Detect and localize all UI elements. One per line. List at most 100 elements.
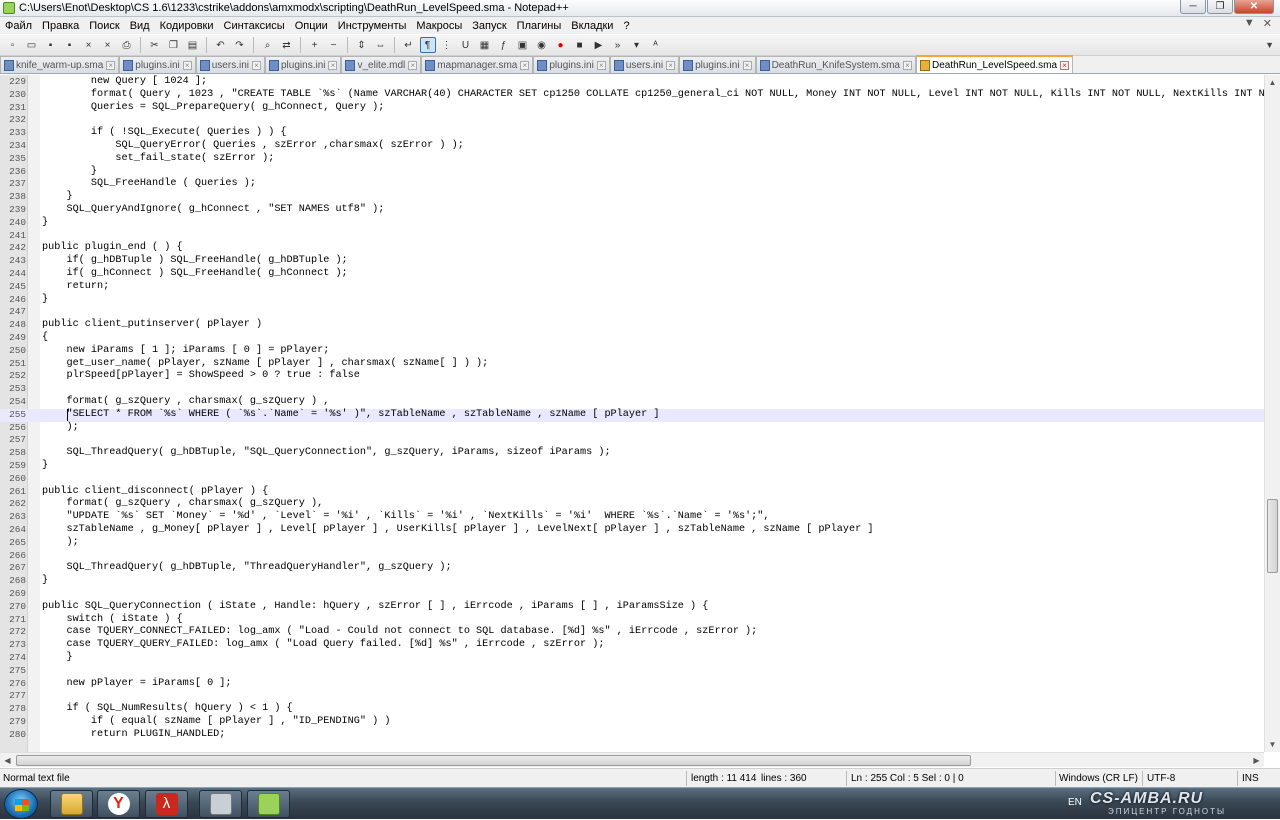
code-line[interactable]: 274 }: [0, 652, 1264, 665]
zoom-out-icon[interactable]: −: [326, 37, 342, 53]
sync-v-icon[interactable]: ⇕: [354, 37, 370, 53]
stop-record-icon[interactable]: ■: [572, 37, 588, 53]
user-lang-icon[interactable]: U: [458, 37, 474, 53]
code-line[interactable]: 256 );: [0, 422, 1264, 435]
open-file-icon[interactable]: ▭: [24, 37, 40, 53]
menu-item-4[interactable]: Кодировки: [155, 20, 219, 32]
menu-item-6[interactable]: Опции: [290, 20, 333, 32]
language-indicator[interactable]: EN: [1068, 797, 1082, 808]
code-line[interactable]: 266: [0, 550, 1264, 563]
code-line[interactable]: 235 set_fail_state( szError );: [0, 153, 1264, 166]
notepadpp-app-icon[interactable]: [3, 2, 15, 14]
status-eol[interactable]: Windows (CR LF): [1059, 773, 1138, 784]
sync-h-icon[interactable]: ⇔: [373, 37, 389, 53]
code-line[interactable]: 258 SQL_ThreadQuery( g_hDBTuple, "SQL_Qu…: [0, 447, 1264, 460]
code-line[interactable]: 271 switch ( iState ) {: [0, 614, 1264, 627]
menu-item-0[interactable]: Файл: [0, 20, 37, 32]
code-line[interactable]: 234 SQL_QueryError( Queries , szError ,c…: [0, 140, 1264, 153]
code-line[interactable]: 238 }: [0, 191, 1264, 204]
code-line[interactable]: 230 format( Query , 1023 , "CREATE TABLE…: [0, 89, 1264, 102]
tab-close-icon[interactable]: ×: [328, 60, 338, 70]
scroll-up-icon[interactable]: ▲: [1265, 75, 1280, 90]
code-line[interactable]: 246}: [0, 294, 1264, 307]
taskbar-yandex-browser[interactable]: Y: [97, 790, 140, 818]
code-line[interactable]: 278 if ( SQL_NumResults( hQuery ) < 1 ) …: [0, 703, 1264, 716]
status-encoding[interactable]: UTF-8: [1147, 773, 1175, 784]
menu-item-1[interactable]: Правка: [37, 20, 84, 32]
code-line[interactable]: 257: [0, 434, 1264, 447]
code-line[interactable]: 276 new pPlayer = iParams[ 0 ];: [0, 678, 1264, 691]
code-line[interactable]: 242 public plugin_end ( ) {: [0, 242, 1264, 255]
code-line[interactable]: 232: [0, 114, 1264, 127]
code-line[interactable]: 243 if( g_hDBTuple ) SQL_FreeHandle( g_h…: [0, 255, 1264, 268]
code-line[interactable]: 236 }: [0, 166, 1264, 179]
code-line[interactable]: 250 new iParams [ 1 ]; iParams [ 0 ] = p…: [0, 345, 1264, 358]
tab-9[interactable]: DeathRun_KnifeSystem.sma ×: [755, 56, 916, 73]
close-icon[interactable]: ×: [81, 37, 97, 53]
restore-button[interactable]: ❐: [1207, 0, 1233, 14]
code-line[interactable]: 268}: [0, 575, 1264, 588]
horizontal-scrollbar[interactable]: ◀ ▶: [0, 752, 1264, 767]
close-all-icon[interactable]: ×: [100, 37, 116, 53]
tab-close-icon[interactable]: ×: [742, 60, 752, 70]
code-line[interactable]: 249 {: [0, 332, 1264, 345]
code-line[interactable]: 254 format( g_szQuery , charsmax( g_szQu…: [0, 396, 1264, 409]
taskbar-half-life[interactable]: λ: [145, 790, 188, 818]
indent-guide-icon[interactable]: ⋮: [439, 37, 455, 53]
code-line[interactable]: 253: [0, 383, 1264, 396]
code-line[interactable]: 272 case TQUERY_CONNECT_FAILED: log_amx …: [0, 626, 1264, 639]
code-line[interactable]: 262 format( g_szQuery , charsmax( g_szQu…: [0, 498, 1264, 511]
undo-icon[interactable]: ↶: [213, 37, 229, 53]
code-line[interactable]: 275: [0, 665, 1264, 678]
horizontal-scroll-thumb[interactable]: [16, 755, 971, 766]
minimize-button[interactable]: ─: [1180, 0, 1206, 14]
code-line[interactable]: 255 "SELECT * FROM `%s` WHERE ( `%s`.`Na…: [0, 408, 1264, 422]
code-line[interactable]: 273 case TQUERY_QUERY_FAILED: log_amx ( …: [0, 639, 1264, 652]
code-line[interactable]: 247: [0, 306, 1264, 319]
start-button[interactable]: [4, 789, 38, 819]
code-line[interactable]: 280 return PLUGIN_HANDLED;: [0, 729, 1264, 742]
code-line[interactable]: 233 if ( !SQL_Execute( Queries ) ) {: [0, 127, 1264, 140]
tab-close-icon[interactable]: ×: [106, 60, 116, 70]
folder-workspace-icon[interactable]: ▣: [515, 37, 531, 53]
monitor-icon[interactable]: ◉: [534, 37, 550, 53]
code-line[interactable]: 264 szTableName , g_Money[ pPlayer ] , L…: [0, 524, 1264, 537]
code-line[interactable]: 248 public client_putinserver( pPlayer ): [0, 319, 1264, 332]
vertical-scroll-thumb[interactable]: [1267, 499, 1278, 573]
menu-item-10[interactable]: Плагины: [512, 20, 567, 32]
menu-item-7[interactable]: Инструменты: [333, 20, 412, 32]
code-line[interactable]: 245 return;: [0, 281, 1264, 294]
cut-icon[interactable]: ✂: [147, 37, 163, 53]
code-line[interactable]: 244 if( g_hConnect ) SQL_FreeHandle( g_h…: [0, 268, 1264, 281]
code-line[interactable]: 261 public client_disconnect( pPlayer ) {: [0, 486, 1264, 499]
code-line[interactable]: 229 new Query [ 1024 ];: [0, 76, 1264, 89]
new-file-icon[interactable]: ▫: [5, 37, 21, 53]
print-icon[interactable]: ⎙: [119, 37, 135, 53]
play-multiple-icon[interactable]: »: [610, 37, 626, 53]
tab-5[interactable]: mapmanager.sma ×: [421, 56, 534, 73]
tab-6[interactable]: plugins.ini ×: [533, 56, 610, 73]
tab-7[interactable]: users.ini ×: [609, 56, 680, 73]
tab-list-dropdown-icon[interactable]: ▼: [1244, 17, 1255, 30]
taskbar-explorer[interactable]: [50, 790, 93, 818]
menu-item-8[interactable]: Макросы: [411, 20, 467, 32]
code-line[interactable]: 263 "UPDATE `%s` SET `Money` = '%d' , `L…: [0, 511, 1264, 524]
paste-icon[interactable]: ▤: [185, 37, 201, 53]
tab-3[interactable]: plugins.ini ×: [265, 56, 342, 73]
tab-close-icon[interactable]: ×: [408, 60, 418, 70]
toolbar-overflow-icon[interactable]: ▼: [1265, 40, 1274, 50]
tab-close-icon[interactable]: ×: [252, 60, 261, 70]
redo-icon[interactable]: ↷: [232, 37, 248, 53]
function-list-icon[interactable]: ƒ: [496, 37, 512, 53]
code-editor[interactable]: 229 new Query [ 1024 ]; 230 format( Query…: [0, 75, 1264, 752]
code-line[interactable]: 240}: [0, 217, 1264, 230]
code-line[interactable]: 237 SQL_FreeHandle ( Queries );: [0, 178, 1264, 191]
tab-8[interactable]: plugins.ini ×: [679, 56, 756, 73]
find-icon[interactable]: ⌕: [260, 37, 276, 53]
doc-map-icon[interactable]: ▦: [477, 37, 493, 53]
code-line[interactable]: 260: [0, 473, 1264, 486]
tab-close-icon[interactable]: ×: [520, 60, 530, 70]
code-line[interactable]: 279 if ( equal( szName [ pPlayer ] , "ID…: [0, 716, 1264, 729]
vertical-scrollbar[interactable]: ▲ ▼: [1264, 75, 1280, 752]
code-line[interactable]: 269: [0, 588, 1264, 601]
